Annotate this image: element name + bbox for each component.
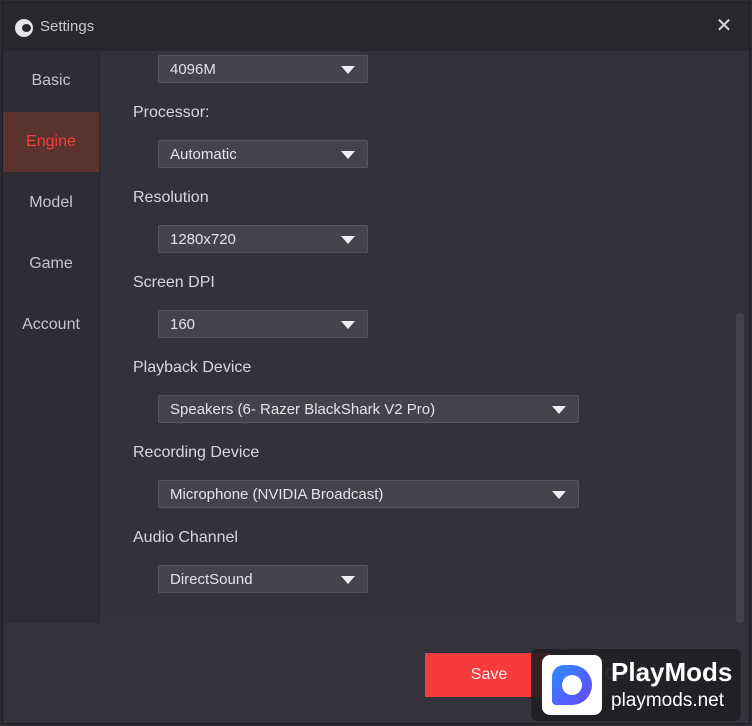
audio-channel-value: DirectSound [170, 571, 253, 588]
playback-device-select[interactable]: Speakers (6- Razer BlackShark V2 Pro) [158, 395, 579, 423]
caret-down-icon [552, 491, 566, 499]
resolution-value: 1280x720 [170, 231, 236, 248]
close-icon[interactable]: ✕ [713, 15, 735, 37]
audio-channel-label: Audio Channel [133, 529, 238, 546]
recording-device-select[interactable]: Microphone (NVIDIA Broadcast) [158, 480, 579, 508]
sidebar-item-model[interactable]: Model [3, 173, 99, 233]
content-scrollbar[interactable] [736, 313, 744, 623]
screen-dpi-label: Screen DPI [133, 274, 215, 291]
resolution-select[interactable]: 1280x720 [158, 225, 368, 253]
audio-channel-select[interactable]: DirectSound [158, 565, 368, 593]
screen-dpi-select[interactable]: 160 [158, 310, 368, 338]
playback-device-label: Playback Device [133, 359, 252, 376]
recording-device-value: Microphone (NVIDIA Broadcast) [170, 486, 384, 503]
caret-down-icon [552, 406, 566, 414]
playmods-logo-icon [542, 655, 602, 715]
settings-sidebar: Basic Engine Model Game Account [3, 51, 100, 623]
sidebar-item-basic[interactable]: Basic [3, 51, 99, 111]
processor-label: Processor: [133, 104, 210, 121]
sidebar-item-engine[interactable]: Engine [3, 112, 99, 172]
screen-dpi-value: 160 [170, 316, 196, 333]
processor-value: Automatic [170, 146, 237, 163]
caret-down-icon [341, 236, 355, 244]
engine-settings-panel: 4096M Processor: Automatic Resolution 12… [100, 51, 740, 623]
caret-down-icon [341, 321, 355, 329]
watermark-url: playmods.net [611, 690, 725, 711]
memory-select[interactable]: 4096M [158, 55, 368, 83]
settings-window: Settings ✕ Basic Engine Model Game Accou… [2, 2, 750, 724]
sidebar-item-account[interactable]: Account [3, 295, 99, 355]
recording-device-label: Recording Device [133, 444, 260, 461]
resolution-label: Resolution [133, 189, 209, 206]
app-logo-icon [15, 19, 33, 37]
title-bar: Settings ✕ [3, 3, 749, 51]
caret-down-icon [341, 151, 355, 159]
watermark-name: PlayMods [611, 657, 733, 687]
window-title: Settings [40, 18, 95, 35]
caret-down-icon [341, 66, 355, 74]
processor-select[interactable]: Automatic [158, 140, 368, 168]
sidebar-item-game[interactable]: Game [3, 234, 99, 294]
playback-device-value: Speakers (6- Razer BlackShark V2 Pro) [170, 401, 436, 418]
memory-value: 4096M [170, 61, 216, 78]
playmods-watermark: PlayMods playmods.net [531, 649, 741, 721]
caret-down-icon [341, 576, 355, 584]
